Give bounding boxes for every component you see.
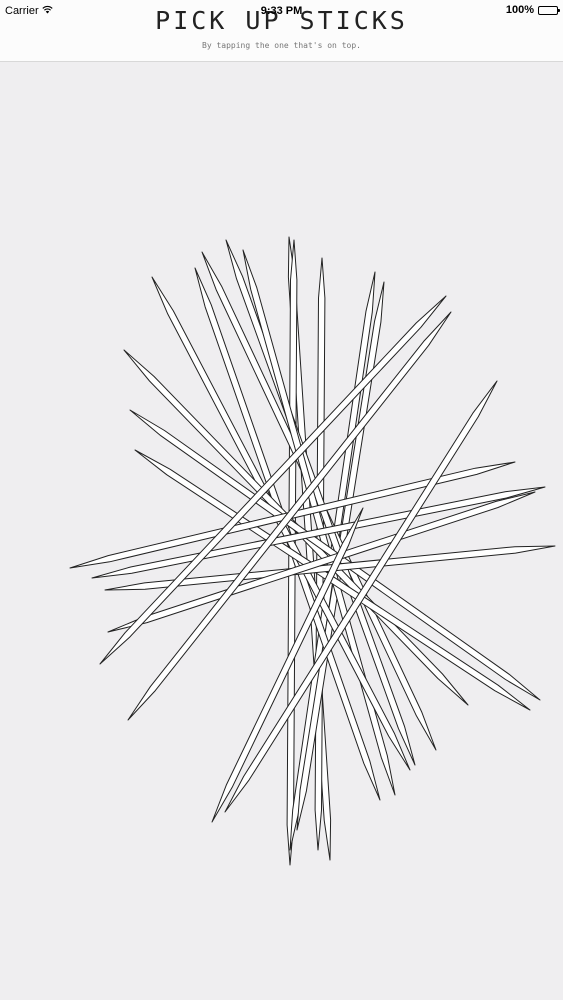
status-bar: Carrier 9:33 PM 100%: [0, 0, 563, 22]
game-screen: Carrier 9:33 PM 100% PICK UP STICKS By t…: [0, 0, 563, 1000]
status-right: 100%: [505, 4, 560, 16]
status-time: 9:33 PM: [260, 5, 303, 17]
battery-percent: 100%: [505, 4, 534, 16]
page-subtitle: By tapping the one that's on top.: [202, 41, 361, 50]
game-board[interactable]: [0, 62, 563, 1000]
battery-icon: [538, 5, 560, 15]
sticks-canvas[interactable]: [0, 0, 563, 1000]
